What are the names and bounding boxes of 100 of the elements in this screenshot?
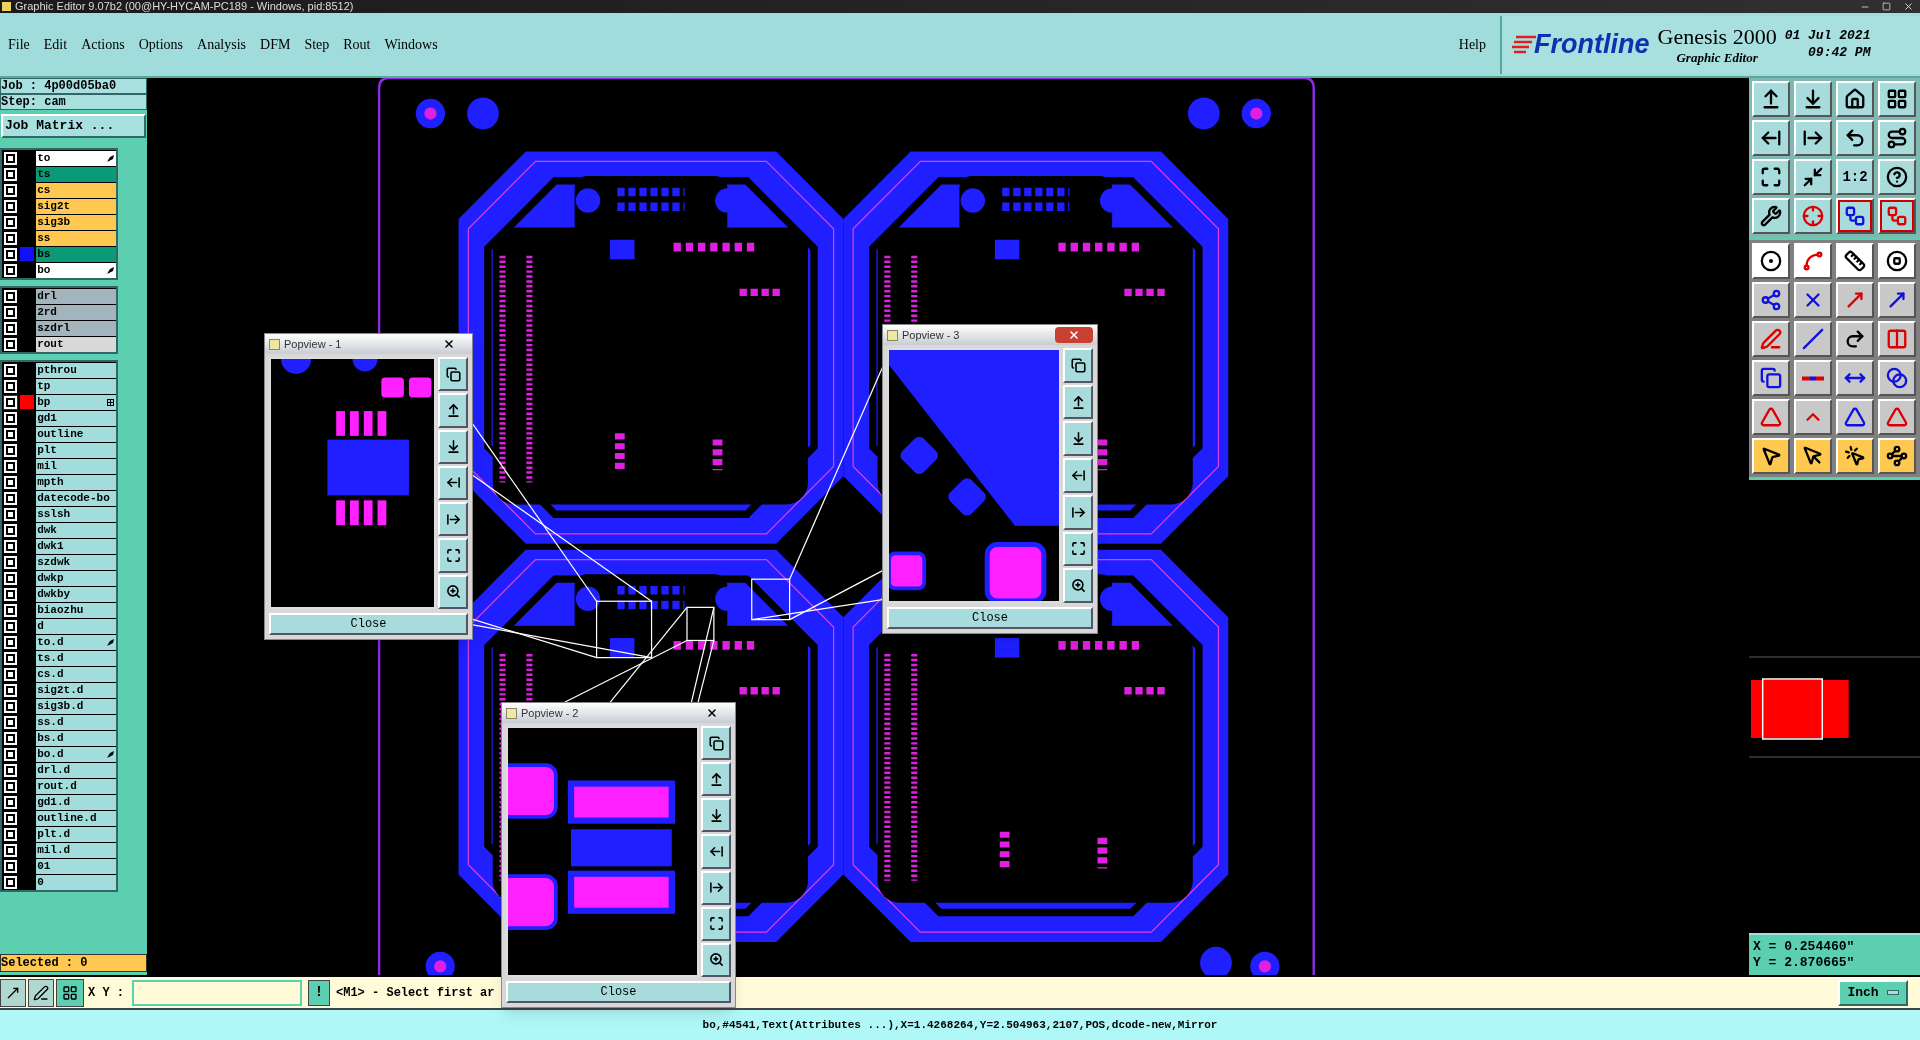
layer-focus-frame[interactable] (3, 554, 18, 570)
layer-focus-frame[interactable] (3, 778, 18, 794)
layer-name[interactable]: ts.d (36, 650, 116, 666)
layer-name[interactable]: sslsh (36, 506, 116, 522)
view-tool-button[interactable] (701, 870, 731, 905)
menu-item[interactable]: DFM (260, 34, 291, 55)
layer-name[interactable]: bo (36, 262, 116, 278)
layer-focus-frame[interactable] (3, 198, 18, 214)
layer-name[interactable]: cs.d (36, 666, 116, 682)
layer-focus-frame[interactable] (3, 874, 18, 890)
layer-focus-frame[interactable] (3, 150, 18, 166)
menu-item[interactable]: File (8, 34, 30, 55)
layer-focus-frame[interactable] (3, 182, 18, 198)
layer-focus-frame[interactable] (3, 288, 18, 304)
layer-focus-frame[interactable] (3, 762, 18, 778)
layer-focus-frame[interactable] (3, 246, 18, 262)
layer-name[interactable]: sig3b (36, 214, 116, 230)
layer-name[interactable]: drl (36, 288, 116, 304)
view-tool-button[interactable] (438, 465, 468, 501)
layer-focus-frame[interactable] (3, 810, 18, 826)
menu-item[interactable]: Windows (384, 34, 438, 55)
layer-name[interactable]: dwk1 (36, 538, 116, 554)
layer-name[interactable]: sig2t.d (36, 682, 116, 698)
menu-item[interactable]: Step (304, 34, 330, 55)
layer-focus-frame[interactable] (3, 426, 18, 442)
view-tool-button[interactable] (438, 574, 468, 609)
layer-name[interactable]: outline (36, 426, 116, 442)
unit-dropdown[interactable]: Inch (1838, 979, 1908, 1006)
layer-focus-frame[interactable] (3, 570, 18, 586)
layer-focus-frame[interactable] (3, 522, 18, 538)
view-tool-button[interactable] (438, 429, 468, 464)
layer-focus-frame[interactable] (3, 826, 18, 842)
maximize-icon[interactable] (1882, 2, 1891, 11)
xy-input-field[interactable] (132, 979, 302, 1006)
layer-focus-frame[interactable] (3, 538, 18, 554)
layer-name[interactable]: drl.d (36, 762, 116, 778)
layer-name[interactable]: biaozhu (36, 602, 116, 618)
tool-button[interactable]: 1:2 (1836, 159, 1874, 195)
layer-name[interactable]: bs (36, 246, 116, 262)
layer-name[interactable]: mil.d (36, 842, 116, 858)
layer-name[interactable]: pthrou (36, 362, 116, 378)
layer-focus-frame[interactable] (3, 442, 18, 458)
layer-focus-frame[interactable] (3, 214, 18, 230)
layer-focus-frame[interactable] (3, 362, 18, 378)
view-tool-button[interactable] (438, 357, 468, 392)
view-tool-button[interactable] (438, 538, 468, 573)
layer-focus-frame[interactable] (3, 474, 18, 490)
tool-button[interactable] (56, 978, 84, 1007)
layer-focus-frame[interactable] (3, 682, 18, 698)
layer-name[interactable]: mpth (36, 474, 116, 490)
layer-name[interactable]: gd1.d (36, 794, 116, 810)
layer-focus-frame[interactable] (3, 634, 18, 650)
layer-focus-frame[interactable] (3, 650, 18, 666)
view-tool-button[interactable] (701, 762, 731, 797)
layer-focus-frame[interactable] (3, 410, 18, 426)
layer-name[interactable]: to.d (36, 634, 116, 650)
layer-name[interactable]: bo.d (36, 746, 116, 762)
layer-name[interactable]: dwkby (36, 586, 116, 602)
layer-name[interactable]: ss.d (36, 714, 116, 730)
close-button[interactable]: Close (887, 607, 1093, 629)
menu-item[interactable]: Rout (343, 34, 371, 55)
view-tool-button[interactable] (701, 834, 731, 869)
layer-focus-frame[interactable] (3, 714, 18, 730)
view-tool-button[interactable] (701, 942, 731, 977)
layer-name[interactable]: rout (36, 336, 116, 352)
view-tool-button[interactable] (701, 726, 731, 761)
layer-focus-frame[interactable] (3, 794, 18, 810)
layer-focus-frame[interactable] (3, 166, 18, 182)
layer-name[interactable]: datecode-bo (36, 490, 116, 506)
layer-focus-frame[interactable] (3, 746, 18, 762)
layer-name[interactable]: to (36, 150, 116, 166)
layer-name[interactable]: sig2t (36, 198, 116, 214)
layer-name[interactable]: 0 (36, 874, 116, 890)
view-tool-button[interactable] (1063, 421, 1093, 457)
layer-focus-frame[interactable] (3, 506, 18, 522)
close-button[interactable]: Close (269, 613, 468, 635)
layer-focus-frame[interactable] (3, 666, 18, 682)
alert-button[interactable]: ! (308, 979, 330, 1006)
job-matrix-button[interactable]: Job Matrix ... (1, 114, 146, 138)
layer-name[interactable]: tp (36, 378, 116, 394)
layer-focus-frame[interactable] (3, 698, 18, 714)
layer-name[interactable]: cs (36, 182, 116, 198)
layer-name[interactable]: d (36, 618, 116, 634)
layer-name[interactable]: mil (36, 458, 116, 474)
menu-item[interactable]: Actions (81, 34, 125, 55)
layer-focus-frame[interactable] (3, 490, 18, 506)
menu-item[interactable]: Options (138, 34, 184, 55)
layer-focus-frame[interactable] (3, 618, 18, 634)
layer-name[interactable]: rout.d (36, 778, 116, 794)
view-tool-button[interactable] (701, 798, 731, 833)
view-tool-button[interactable] (701, 906, 731, 941)
tool-button[interactable] (28, 978, 54, 1007)
layer-name[interactable]: gd1 (36, 410, 116, 426)
layer-focus-frame[interactable] (3, 458, 18, 474)
layer-focus-frame[interactable] (3, 586, 18, 602)
layer-focus-frame[interactable] (3, 230, 18, 246)
layer-name[interactable]: szdrl (36, 320, 116, 336)
layer-focus-frame[interactable] (3, 336, 18, 352)
layer-focus-frame[interactable] (3, 842, 18, 858)
layer-focus-frame[interactable] (3, 602, 18, 618)
